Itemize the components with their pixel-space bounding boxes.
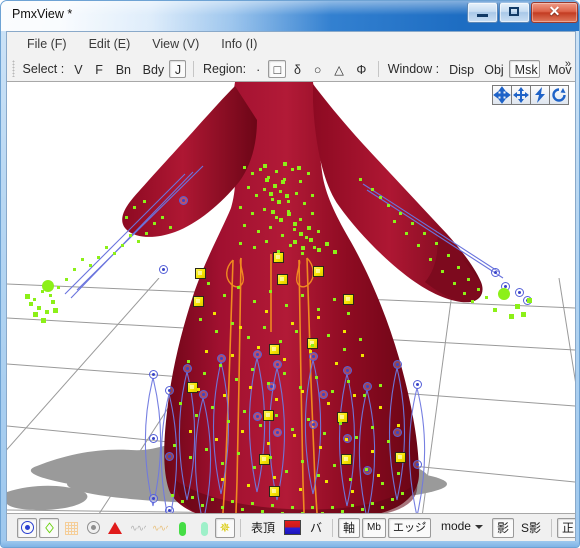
toolbar-grip[interactable] [12, 60, 15, 77]
shadow-button[interactable]: 影 [491, 517, 514, 538]
axis-button[interactable]: 軸 [338, 517, 361, 538]
viewport-gizmo-toolbar [492, 85, 569, 105]
status-bar: ♢ ∿∿∿ ∿∿∿ ✵ 表頂 バ 軸 Mb [6, 513, 576, 542]
ring-icon [20, 521, 34, 534]
select-bone-button[interactable]: Bn [110, 60, 135, 78]
region-phi-button[interactable]: Φ [350, 60, 370, 78]
close-button[interactable]: ✕ [531, 2, 578, 23]
ring-gray-icon [86, 521, 100, 534]
rotate-axis-gizmo-icon[interactable] [530, 85, 550, 105]
mode-combobox-label: mode [440, 519, 471, 533]
window-label: Window : [387, 61, 440, 76]
3d-viewport[interactable] [7, 81, 575, 517]
minimize-icon [477, 14, 488, 17]
mb-button[interactable]: Mb [362, 517, 386, 538]
wave-display-toggle[interactable]: ∿∿∿ [127, 518, 147, 538]
region-rect-button[interactable]: □ [267, 59, 286, 78]
mesh-icon [65, 521, 78, 535]
window-title: PmxView * [12, 7, 73, 21]
minimize-button[interactable] [467, 2, 498, 23]
region-label: Region: [202, 61, 247, 76]
red-triangle-icon [108, 521, 122, 534]
menu-item-edit[interactable]: Edit (E) [79, 35, 143, 53]
rotate-axis-glyph [535, 87, 545, 103]
move-gizmo-icon[interactable] [492, 85, 512, 105]
rigidbody-display-toggle[interactable] [83, 518, 103, 538]
self-shadow-button[interactable]: S影 [516, 518, 546, 538]
gear-icon: ✵ [219, 519, 231, 535]
window-obj-button[interactable]: Obj [478, 60, 506, 78]
select-vertex-button[interactable]: V [68, 60, 87, 78]
maximize-button[interactable] [499, 2, 530, 23]
select-body-button[interactable]: Bdy [137, 60, 167, 78]
menu-item-info[interactable]: Info (I) [211, 35, 269, 53]
pan-gizmo-glyph [513, 87, 529, 103]
menu-bar: File (F) Edit (E) View (V) Info (I) [7, 32, 575, 56]
window-bottom-edge [1, 541, 579, 547]
chevron-down-icon [474, 525, 483, 529]
pmxview-window: PmxView * ✕ File (F) Edit (E) View (V) I… [0, 0, 580, 548]
rotate-view-gizmo-icon[interactable] [549, 85, 569, 105]
close-icon: ✕ [548, 3, 561, 19]
bone-display-toggle[interactable]: ♢ [39, 517, 59, 538]
menu-item-view[interactable]: View (V) [142, 35, 211, 53]
statusbar-separator-1 [240, 518, 241, 537]
green-capsule-icon [179, 521, 186, 536]
toolbar-overflow-chevron[interactable]: » [565, 58, 571, 70]
wave-tan-icon: ∿∿∿ [152, 524, 168, 532]
select-face-button[interactable]: F [89, 60, 107, 78]
window-msk-button[interactable]: Msk [508, 59, 541, 78]
select-label: Select : [22, 61, 65, 76]
statusbar-separator-2 [332, 518, 334, 537]
region-point-button[interactable]: · [250, 60, 266, 78]
mode-combobox[interactable]: mode [435, 517, 488, 538]
toolbar-separator-1 [193, 60, 194, 77]
mesh-display-toggle[interactable] [61, 518, 81, 538]
menu-item-file[interactable]: File (F) [17, 35, 79, 53]
maximize-icon [509, 7, 519, 16]
gear-toggle[interactable]: ✵ [215, 517, 235, 538]
vertex-cloud-svg [25, 162, 532, 515]
capsule2-display-toggle[interactable] [193, 518, 213, 538]
material-color-swatch[interactable] [284, 520, 302, 535]
wave-gray-icon: ∿∿∿ [130, 524, 146, 532]
ortho-button[interactable]: 正 [557, 517, 575, 538]
region-triangle-button[interactable]: △ [328, 60, 348, 78]
window-disp-button[interactable]: Disp [443, 60, 476, 78]
statusbar-separator-3 [551, 518, 553, 537]
edge-button[interactable]: エッジ゙ [387, 517, 431, 538]
client-area: File (F) Edit (E) View (V) Info (I) Sele… [6, 31, 576, 543]
rotate-view-glyph [552, 88, 566, 102]
omote-chou-button[interactable]: 表頂 [246, 518, 280, 538]
capsule-display-toggle[interactable] [171, 518, 191, 538]
title-bar: PmxView * ✕ [1, 1, 579, 31]
face-display-toggle[interactable] [105, 518, 125, 538]
pan-gizmo-icon[interactable] [511, 85, 531, 105]
region-circle-button[interactable]: ○ [308, 60, 326, 78]
vertex-display-toggle[interactable] [17, 517, 37, 538]
ba-button[interactable]: バ [305, 518, 327, 538]
wave2-display-toggle[interactable]: ∿∿∿ [149, 518, 169, 538]
region-delta-button[interactable]: δ [288, 60, 306, 78]
move-gizmo-glyph [493, 86, 511, 104]
select-joint-button[interactable]: J [168, 59, 187, 78]
toolbar-separator-2 [377, 60, 379, 77]
green-bone-icon: ♢ [43, 519, 56, 536]
tool-bar: Select : V F Bn Bdy J Region: · □ δ ○ △ … [7, 56, 575, 81]
window-controls: ✕ [467, 2, 578, 23]
pale-capsule-icon [201, 521, 208, 536]
